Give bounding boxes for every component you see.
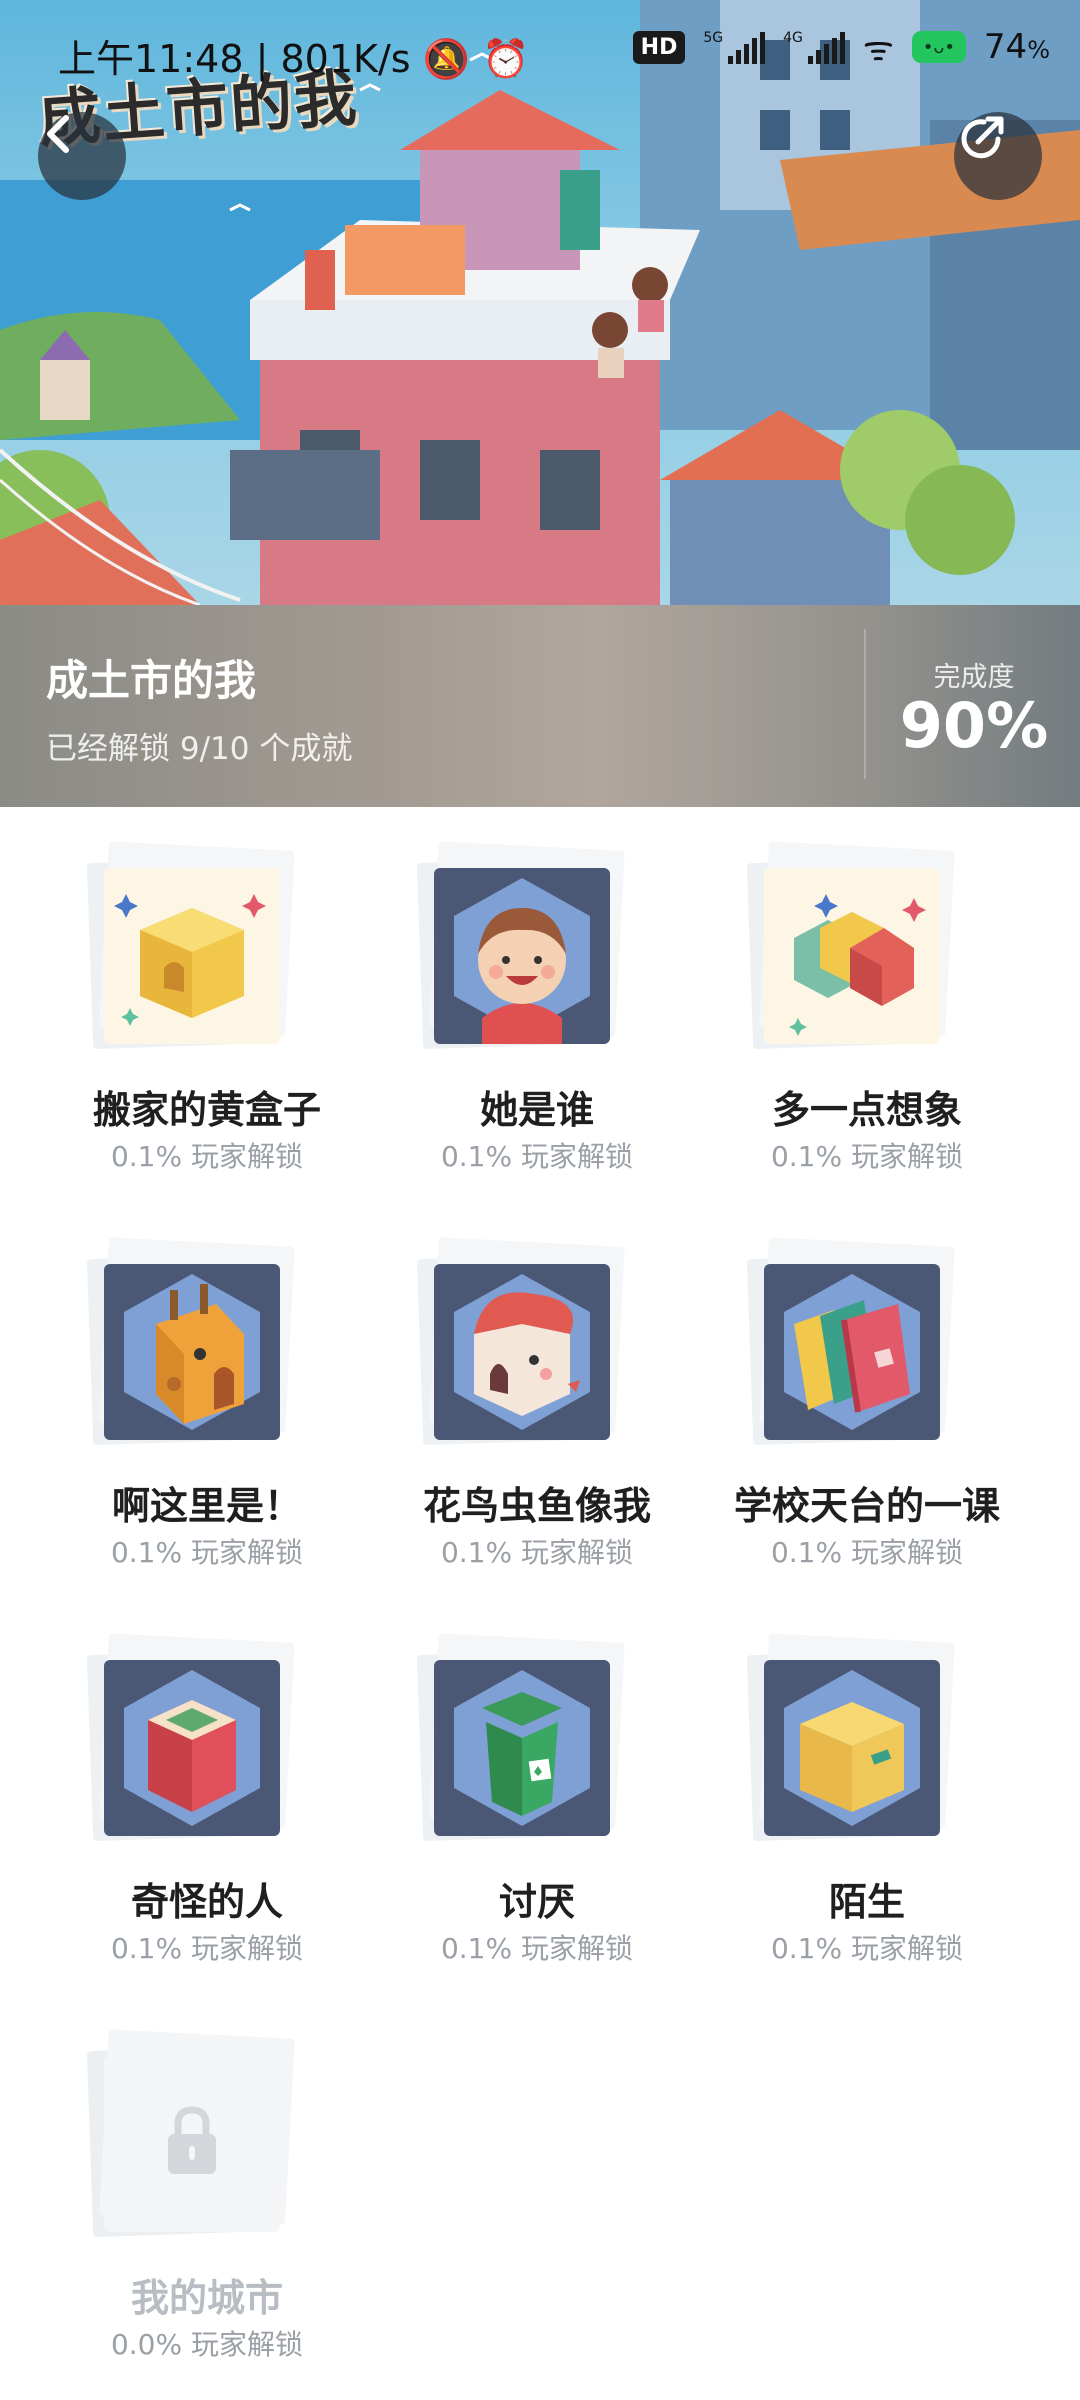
achievement-card[interactable]: 她是谁 0.1% 玩家解锁: [330, 807, 660, 1187]
achievement-name: 学校天台的一课: [733, 1484, 1000, 1528]
achievement-rate: 0.0% 玩家解锁: [110, 2328, 304, 2361]
badge: [416, 1633, 625, 1842]
status-time: 上午11:48: [58, 37, 244, 81]
completion-value: 90%: [899, 689, 1049, 762]
achievement-card[interactable]: 多一点想象 0.1% 玩家解锁: [660, 807, 990, 1187]
status-bar: 上午11:48 | 801K/s 🔕 ⏰ HD 5G 4G ᯤ •ᴗ• 74%: [0, 0, 1080, 100]
girl-face-icon: [454, 878, 590, 1044]
colorful-blocks-icon: [789, 894, 926, 1036]
divider: [864, 629, 866, 779]
achievement-card[interactable]: 学校天台的一课 0.1% 玩家解锁: [660, 1203, 1000, 1583]
battery-icon: •ᴗ•: [911, 31, 966, 63]
achievement-card[interactable]: 花鸟虫鱼像我 0.1% 玩家解锁: [330, 1203, 660, 1583]
achievement-rate: 0.1% 玩家解锁: [770, 1140, 964, 1173]
books-icon: [784, 1274, 920, 1430]
yellow-box-icon: [114, 894, 266, 1026]
unlock-summary: 已经解锁 9/10 个成就: [46, 731, 353, 767]
achievement-card-locked[interactable]: 我的城市 0.0% 玩家解锁: [0, 1995, 330, 2375]
bird-house-icon: [454, 1274, 590, 1430]
achievement-card[interactable]: 奇怪的人 0.1% 玩家解锁: [0, 1599, 330, 1979]
badge: [416, 1237, 625, 1446]
badge: [86, 1237, 295, 1446]
achievement-name: 多一点想象: [771, 1088, 962, 1132]
badge: [746, 1237, 955, 1446]
share-icon: [961, 116, 1004, 159]
chevron-left-icon: [47, 115, 69, 153]
signal-4g-icon: 4G: [783, 30, 845, 64]
badge: [746, 1633, 955, 1842]
achievement-card[interactable]: 讨厌 0.1% 玩家解锁: [330, 1599, 660, 1979]
giraffe-house-icon: [124, 1274, 260, 1430]
status-right: HD 5G 4G ᯤ •ᴗ• 74%: [632, 24, 1050, 70]
hd-icon: HD: [632, 30, 686, 64]
achievement-name: 陌生: [828, 1880, 905, 1924]
alarm-icon: ⏰: [482, 37, 530, 81]
status-left: 上午11:48 | 801K/s 🔕 ⏰: [58, 28, 529, 83]
achievement-name: 我的城市: [130, 2276, 283, 2320]
battery-percent: 74%: [983, 27, 1050, 67]
status-net-speed: 801K/s: [280, 37, 411, 81]
signal-5g-icon: 5G: [703, 30, 766, 64]
achievement-rate: 0.1% 玩家解锁: [770, 1932, 964, 1965]
back-button[interactable]: [38, 112, 126, 200]
wifi-icon: ᯤ: [862, 29, 894, 69]
badge: [86, 841, 295, 1050]
share-button[interactable]: [954, 112, 1042, 200]
badge: [746, 841, 955, 1050]
badge: [416, 841, 625, 1050]
achievement-summary: 成土市的我 已经解锁 9/10 个成就 完成度 90%: [0, 605, 1080, 807]
achievement-card[interactable]: 陌生 0.1% 玩家解锁: [660, 1599, 990, 1979]
game-title: 成土市的我: [46, 656, 257, 705]
achievement-rate: 0.1% 玩家解锁: [770, 1536, 964, 1569]
lock-icon: [168, 2106, 216, 2174]
achievement-card[interactable]: 啊这里是！ 0.1% 玩家解锁: [0, 1203, 330, 1583]
cardboard-box-icon: [784, 1670, 920, 1826]
status-separator: |: [255, 37, 281, 81]
trash-bin-icon: [454, 1670, 590, 1826]
red-box-icon: [124, 1670, 260, 1826]
mute-icon: 🔕: [422, 37, 470, 81]
badge: [86, 1633, 295, 1842]
hero-banner-image: 成土市的我 上午11:48 | 801K/s 🔕 ⏰ HD 5G 4G ᯤ •ᴗ…: [0, 0, 1080, 605]
achievement-card[interactable]: 搬家的黄盒子 0.1% 玩家解锁: [0, 807, 330, 1187]
badge: [86, 2029, 295, 2238]
